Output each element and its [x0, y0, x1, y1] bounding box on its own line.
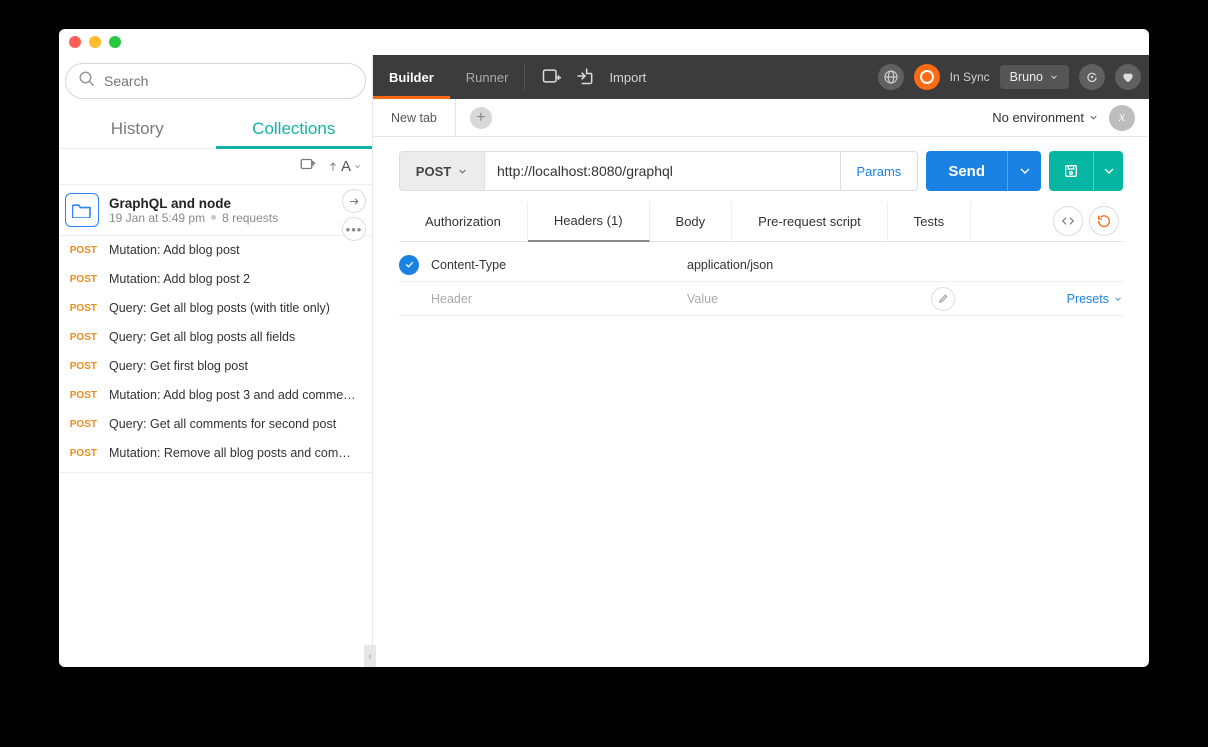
request-item[interactable]: POST Mutation: Add blog post — [59, 236, 372, 265]
reset-button[interactable] — [1089, 206, 1119, 236]
sync-status-text: In Sync — [950, 70, 990, 84]
request-item[interactable]: POST Query: Get all blog posts all fields — [59, 323, 372, 352]
sidebar-collapse-handle[interactable]: ‹ — [364, 645, 376, 667]
titlebar — [59, 29, 1149, 55]
request-item[interactable]: POST Query: Get all blog posts (with titl… — [59, 294, 372, 323]
sync-status-icon[interactable] — [914, 64, 940, 90]
settings-button[interactable] — [1079, 64, 1105, 90]
method-dropdown[interactable]: POST — [399, 151, 485, 191]
params-button[interactable]: Params — [841, 151, 919, 191]
search-input[interactable] — [104, 73, 353, 89]
tab-builder[interactable]: Builder — [373, 55, 450, 99]
window-close-button[interactable] — [69, 36, 81, 48]
request-item[interactable]: POST Mutation: Add blog post 3 and add co… — [59, 381, 372, 410]
search-field[interactable] — [65, 63, 366, 99]
request-label: Query: Get all blog posts all fields — [109, 330, 364, 344]
tab-history[interactable]: History — [59, 109, 216, 148]
method-badge: POST — [67, 448, 97, 459]
bulk-edit-button[interactable] — [931, 287, 955, 311]
import-label[interactable]: Import — [609, 70, 646, 85]
url-input[interactable] — [485, 151, 841, 191]
request-tabstrip: New tab + No environment x — [373, 99, 1149, 137]
sidebar-tabs: History Collections — [59, 109, 372, 149]
header-key[interactable]: Content-Type — [431, 258, 687, 272]
import-icon[interactable] — [575, 66, 595, 89]
method-badge: POST — [67, 274, 97, 285]
header-value[interactable]: application/json — [687, 258, 927, 272]
header-key-placeholder[interactable]: Header — [431, 292, 687, 306]
header-row-new[interactable]: Header Value Presets — [399, 282, 1123, 316]
add-tab-button[interactable]: + — [470, 107, 492, 129]
new-request-icon[interactable] — [541, 66, 561, 89]
subtab-body[interactable]: Body — [650, 202, 733, 241]
environment-selector[interactable]: No environment — [992, 110, 1099, 125]
search-icon — [78, 70, 96, 93]
save-dropdown[interactable] — [1093, 151, 1123, 191]
collections-toolbar: A — [59, 149, 372, 185]
main-panel: ‹ Builder Runner Import — [373, 55, 1149, 667]
request-label: Query: Get all comments for second post — [109, 417, 364, 431]
code-snippet-button[interactable] — [1053, 206, 1083, 236]
topbar: Builder Runner Import — [373, 55, 1149, 99]
folder-icon — [65, 193, 99, 227]
header-row-0[interactable]: Content-Type application/json — [399, 248, 1123, 282]
method-badge: POST — [67, 303, 97, 314]
method-badge: POST — [67, 332, 97, 343]
send-dropdown[interactable] — [1007, 151, 1041, 191]
sidebar: History Collections A GraphQL and n — [59, 55, 373, 667]
new-collection-icon[interactable] — [299, 155, 317, 178]
subtab-headers[interactable]: Headers (1) — [528, 201, 650, 242]
request-row: POST Params Send — [373, 137, 1149, 201]
presets-button[interactable]: Presets — [1067, 292, 1123, 306]
method-badge: POST — [67, 361, 97, 372]
save-button[interactable] — [1049, 151, 1093, 191]
environment-variables-button[interactable]: x — [1109, 105, 1135, 131]
request-subtabs: Authorization Headers (1) Body Pre-reque… — [399, 201, 1123, 242]
header-value-placeholder[interactable]: Value — [687, 292, 927, 306]
sort-button[interactable]: A — [327, 158, 362, 175]
app-window: History Collections A GraphQL and n — [59, 29, 1149, 667]
collection-header[interactable]: GraphQL and node 19 Jan at 5:49 pm 8 req… — [59, 185, 372, 236]
request-tab-0[interactable]: New tab — [373, 99, 456, 136]
request-item[interactable]: POST Query: Get all comments for second p… — [59, 410, 372, 439]
collection-meta: 19 Jan at 5:49 pm 8 requests — [109, 211, 278, 225]
sync-globe-icon[interactable] — [878, 64, 904, 90]
send-button[interactable]: Send — [926, 151, 1007, 191]
subtab-authorization[interactable]: Authorization — [399, 202, 528, 241]
request-label: Mutation: Add blog post 2 — [109, 272, 364, 286]
request-label: Mutation: Remove all blog posts and com… — [109, 446, 364, 460]
header-check-icon[interactable] — [399, 255, 419, 275]
collection-title: GraphQL and node — [109, 196, 278, 211]
request-item[interactable]: POST Query: Get first blog post — [59, 352, 372, 381]
window-minimize-button[interactable] — [89, 36, 101, 48]
request-label: Query: Get first blog post — [109, 359, 364, 373]
request-label: Mutation: Add blog post 3 and add comme… — [109, 388, 364, 402]
tab-runner[interactable]: Runner — [450, 55, 525, 99]
request-item[interactable]: POST Mutation: Add blog post 2 — [59, 265, 372, 294]
headers-area: Content-Type application/json Header Val… — [373, 242, 1149, 322]
method-badge: POST — [67, 245, 97, 256]
collection-more-button[interactable]: ••• — [342, 217, 366, 241]
method-badge: POST — [67, 419, 97, 430]
tab-collections[interactable]: Collections — [216, 109, 373, 148]
subtab-prerequest[interactable]: Pre-request script — [732, 202, 888, 241]
method-badge: POST — [67, 390, 97, 401]
subtab-tests[interactable]: Tests — [888, 202, 971, 241]
expand-collection-button[interactable] — [342, 189, 366, 213]
window-zoom-button[interactable] — [109, 36, 121, 48]
request-list: POST Mutation: Add blog post POST Mutation:… — [59, 236, 372, 667]
user-menu[interactable]: Bruno — [1000, 65, 1069, 89]
request-label: Mutation: Add blog post — [109, 243, 364, 257]
favorite-button[interactable] — [1115, 64, 1141, 90]
request-item[interactable]: POST Mutation: Remove all blog posts and … — [59, 439, 372, 468]
request-label: Query: Get all blog posts (with title on… — [109, 301, 364, 315]
